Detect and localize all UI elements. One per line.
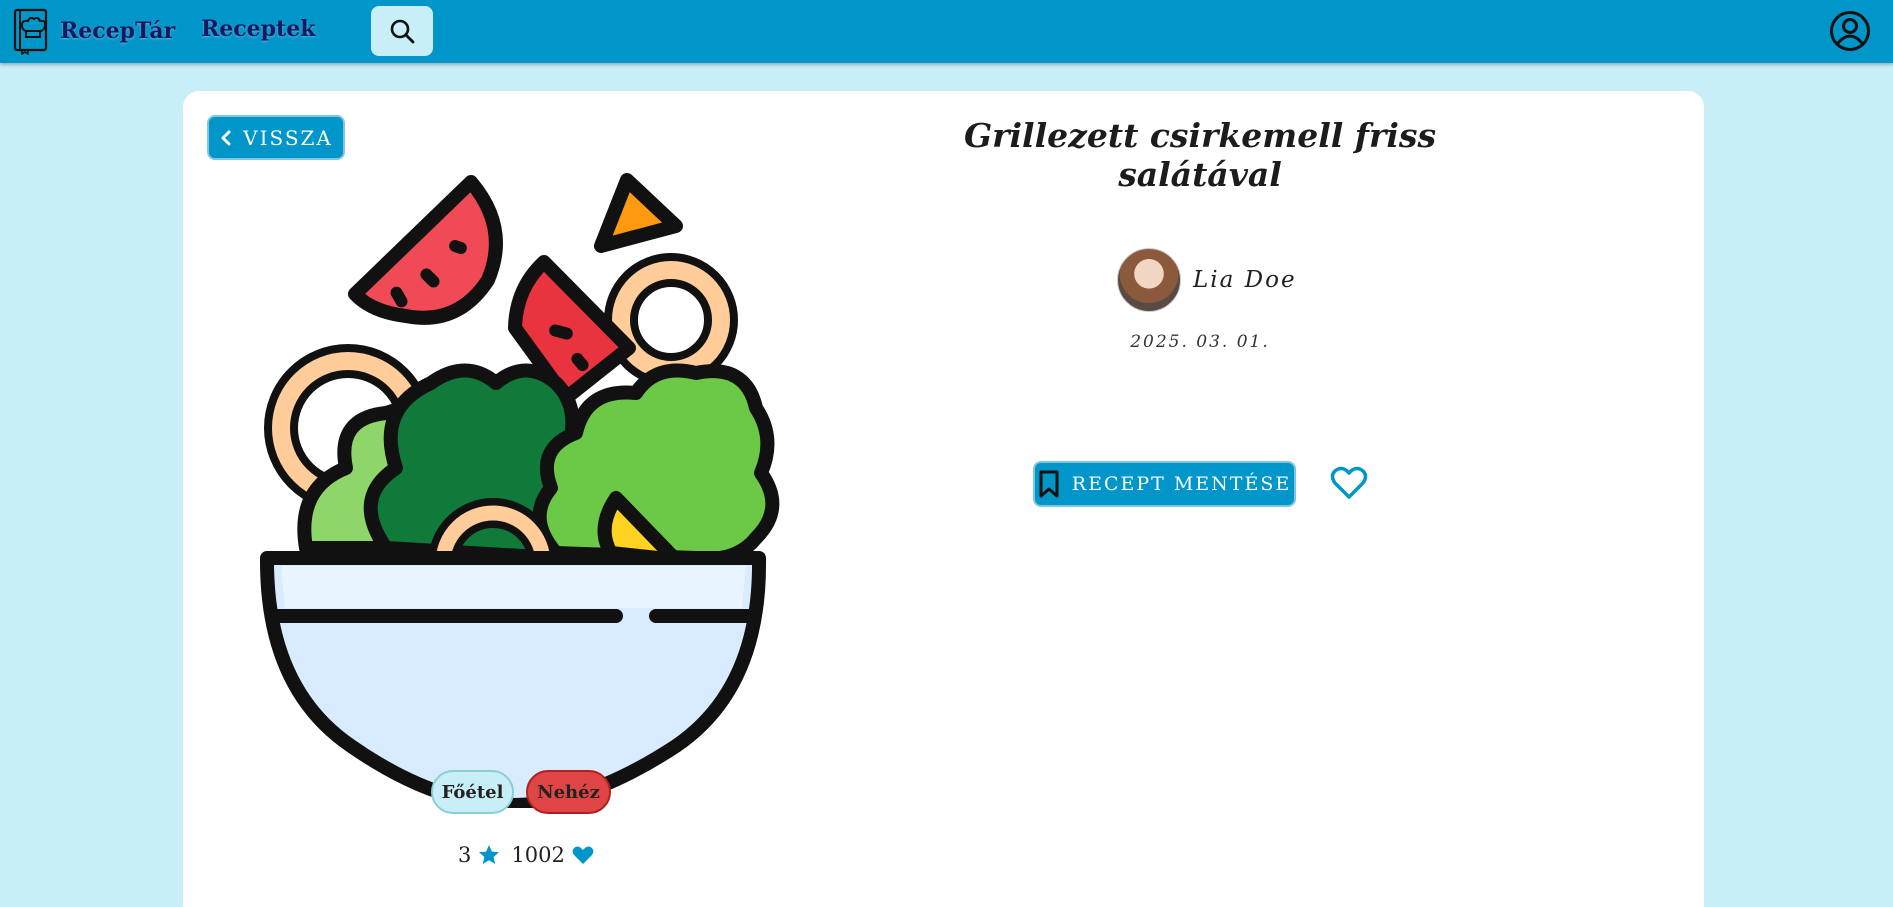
search-icon xyxy=(390,19,415,44)
back-button-label: VISSZA xyxy=(243,125,333,150)
author-avatar xyxy=(1117,248,1181,312)
save-recipe-label: RECEPT MENTÉSE xyxy=(1071,473,1292,495)
nav-link-recipes[interactable]: Receptek xyxy=(201,16,315,42)
recipe-stats: 3 1002 xyxy=(458,840,605,870)
top-navbar: RecepTár Receptek xyxy=(0,0,1893,63)
user-circle-icon[interactable] xyxy=(1829,10,1871,52)
chef-book-icon xyxy=(13,8,48,55)
likes-count: 1002 xyxy=(511,843,565,867)
bookmark-icon xyxy=(1039,470,1059,498)
brand-link[interactable]: RecepTár xyxy=(12,7,175,55)
brand-name: RecepTár xyxy=(60,18,176,44)
recipe-title: Grillezett csirkemell friss salátával xyxy=(963,116,1437,194)
course-tag: Főétel xyxy=(431,770,514,814)
like-heart-icon[interactable] xyxy=(1330,465,1368,501)
author-link[interactable]: Lia Doe xyxy=(1117,248,1297,312)
chevron-left-icon xyxy=(221,130,231,145)
heart-icon xyxy=(572,846,594,864)
author-name: Lia Doe xyxy=(1193,267,1297,293)
back-button[interactable]: VISSZA xyxy=(207,115,345,160)
difficulty-tag: Nehéz xyxy=(526,770,611,814)
salad-bowl-illustration xyxy=(259,173,780,808)
publish-date: 2025. 03. 01. xyxy=(1130,332,1270,352)
save-recipe-button[interactable]: RECEPT MENTÉSE xyxy=(1033,461,1296,507)
rating-value: 3 xyxy=(458,843,472,867)
star-icon xyxy=(479,845,500,864)
search-button[interactable] xyxy=(371,6,433,56)
